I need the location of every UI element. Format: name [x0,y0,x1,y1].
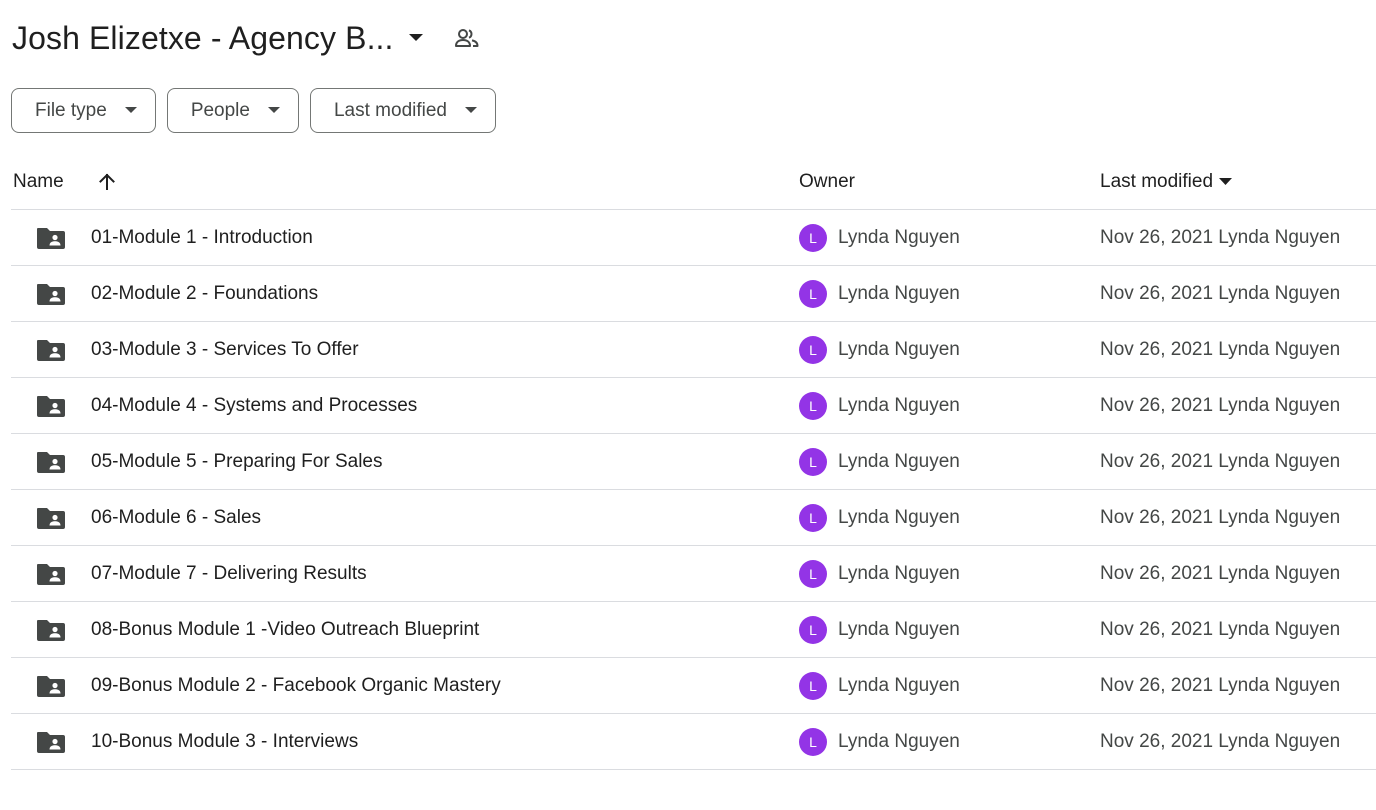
owner-name: Lynda Nguyen [838,395,960,416]
avatar: L [799,336,827,364]
column-header-owner: Owner [799,154,855,210]
file-name[interactable]: 07-Module 7 - Delivering Results [91,546,367,602]
arrow-drop-down-icon[interactable] [408,33,424,43]
file-name[interactable]: 02-Module 2 - Foundations [91,266,318,322]
filter-file-type[interactable]: File type [11,88,156,133]
column-label: Owner [799,171,855,192]
avatar: L [799,728,827,756]
shared-folder-icon [36,282,66,312]
file-name[interactable]: 10-Bonus Module 3 - Interviews [91,714,358,770]
owner-name: Lynda Nguyen [838,507,960,528]
table-body: 01-Module 1 - Introduction L Lynda Nguye… [11,210,1376,770]
last-modified: Nov 26, 2021 Lynda Nguyen [1100,731,1341,752]
file-name[interactable]: 04-Module 4 - Systems and Processes [91,378,417,434]
shared-folder-icon [36,450,66,480]
table-row[interactable]: 10-Bonus Module 3 - Interviews L Lynda N… [11,714,1376,770]
people-icon[interactable] [454,27,480,49]
filter-people[interactable]: People [166,88,299,133]
table-row[interactable]: 05-Module 5 - Preparing For Sales L Lynd… [11,434,1376,490]
owner-name: Lynda Nguyen [838,283,960,304]
shared-folder-icon [36,226,66,256]
shared-folder-icon [36,674,66,704]
filter-label: Last modified [333,99,447,121]
owner-name: Lynda Nguyen [838,339,960,360]
arrow-drop-down-icon [465,107,477,114]
table-row[interactable]: 08-Bonus Module 1 -Video Outreach Bluepr… [11,602,1376,658]
last-modified: Nov 26, 2021 Lynda Nguyen [1100,283,1341,304]
table-row[interactable]: 02-Module 2 - Foundations L Lynda Nguyen… [11,266,1376,322]
file-name[interactable]: 03-Module 3 - Services To Offer [91,322,359,378]
shared-folder-icon [36,394,66,424]
avatar: L [799,280,827,308]
column-header-last-modified[interactable]: Last modified [1100,154,1233,210]
file-list: Name Owner Last modified 01-Module 1 - I… [11,154,1376,770]
avatar: L [799,560,827,588]
table-row[interactable]: 01-Module 1 - Introduction L Lynda Nguye… [11,210,1376,266]
file-name[interactable]: 05-Module 5 - Preparing For Sales [91,434,382,490]
shared-folder-icon [36,338,66,368]
table-row[interactable]: 07-Module 7 - Delivering Results L Lynda… [11,546,1376,602]
table-row[interactable]: 04-Module 4 - Systems and Processes L Ly… [11,378,1376,434]
owner-name: Lynda Nguyen [838,563,960,584]
folder-title[interactable]: Josh Elizetxe - Agency B... [12,20,394,57]
filter-label: File type [35,99,107,121]
owner-name: Lynda Nguyen [838,731,960,752]
last-modified: Nov 26, 2021 Lynda Nguyen [1100,507,1341,528]
table-header: Name Owner Last modified [11,154,1376,210]
page-header: Josh Elizetxe - Agency B... [12,14,480,62]
column-header-name[interactable]: Name [13,154,116,210]
last-modified: Nov 26, 2021 Lynda Nguyen [1100,675,1341,696]
shared-folder-icon [36,506,66,536]
owner-name: Lynda Nguyen [838,619,960,640]
last-modified: Nov 26, 2021 Lynda Nguyen [1100,563,1341,584]
column-label: Name [13,171,64,192]
avatar: L [799,504,827,532]
table-row[interactable]: 03-Module 3 - Services To Offer L Lynda … [11,322,1376,378]
file-name[interactable]: 06-Module 6 - Sales [91,490,261,546]
avatar: L [799,616,827,644]
last-modified: Nov 26, 2021 Lynda Nguyen [1100,619,1341,640]
column-label: Last modified [1100,171,1214,192]
owner-name: Lynda Nguyen [838,227,960,248]
filter-label: People [190,99,250,121]
arrow-drop-down-icon [124,107,137,114]
shared-folder-icon [36,562,66,592]
filter-last-modified[interactable]: Last modified [309,88,496,133]
last-modified: Nov 26, 2021 Lynda Nguyen [1100,227,1341,248]
arrow-upward-icon[interactable] [98,173,116,191]
avatar: L [799,224,827,252]
arrow-drop-down-icon [267,107,280,114]
table-row[interactable]: 09-Bonus Module 2 - Facebook Organic Mas… [11,658,1376,714]
last-modified: Nov 26, 2021 Lynda Nguyen [1100,339,1341,360]
arrow-drop-down-icon [1219,178,1233,186]
avatar: L [799,448,827,476]
avatar: L [799,672,827,700]
avatar: L [799,392,827,420]
file-name[interactable]: 01-Module 1 - Introduction [91,210,313,266]
owner-name: Lynda Nguyen [838,451,960,472]
table-row[interactable]: 06-Module 6 - Sales L Lynda Nguyen Nov 2… [11,490,1376,546]
last-modified: Nov 26, 2021 Lynda Nguyen [1100,451,1341,472]
owner-name: Lynda Nguyen [838,675,960,696]
file-name[interactable]: 08-Bonus Module 1 -Video Outreach Bluepr… [91,602,479,658]
filter-bar: File type People Last modified [11,88,496,133]
shared-folder-icon [36,730,66,760]
shared-folder-icon [36,618,66,648]
file-name[interactable]: 09-Bonus Module 2 - Facebook Organic Mas… [91,658,501,714]
last-modified: Nov 26, 2021 Lynda Nguyen [1100,395,1341,416]
